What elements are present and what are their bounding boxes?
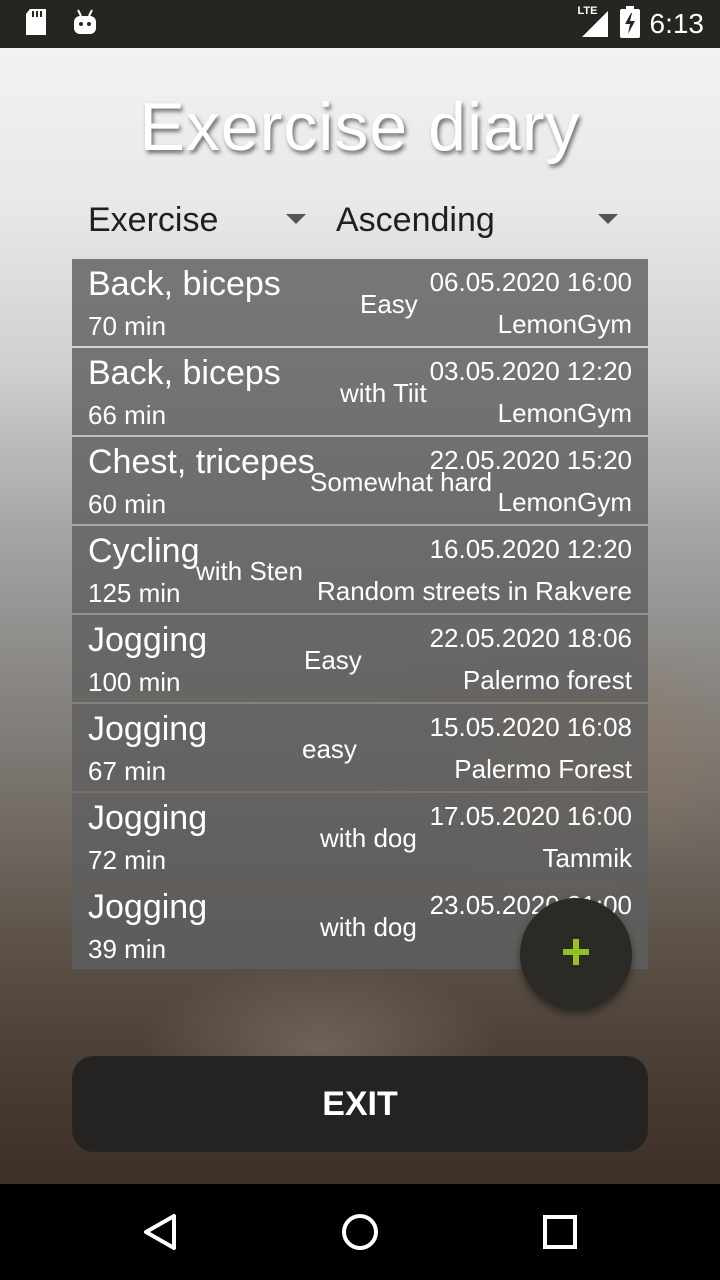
sort-order-value: Ascending [336, 200, 495, 239]
exercise-list[interactable]: Back, biceps 70 min Easy 06.05.2020 16:0… [72, 259, 648, 969]
home-icon[interactable] [336, 1208, 384, 1256]
exercise-note: Easy [360, 289, 418, 319]
exercise-location: LemonGym [497, 398, 632, 428]
exit-button[interactable]: EXIT [72, 1056, 648, 1152]
exercise-datetime: 03.05.2020 12:20 [429, 356, 632, 386]
exercise-note: Easy [304, 645, 362, 675]
list-item[interactable]: Jogging 67 min easy 15.05.2020 16:08 Pal… [72, 704, 648, 791]
exercise-note: with dog [320, 823, 417, 853]
exercise-datetime: 17.05.2020 16:00 [429, 801, 632, 831]
exercise-name: Jogging [88, 799, 208, 837]
recents-icon[interactable] [536, 1208, 584, 1256]
list-item[interactable]: Back, biceps 70 min Easy 06.05.2020 16:0… [72, 259, 648, 346]
exercise-duration: 125 min [88, 578, 181, 608]
exercise-datetime: 22.05.2020 15:20 [429, 445, 632, 475]
exercise-location: LemonGym [497, 309, 632, 339]
navigation-bar [0, 1184, 720, 1280]
exercise-location: Palermo forest [462, 665, 632, 695]
lte-signal-icon: LTE [570, 5, 610, 39]
status-bar: LTE 6:13 [0, 0, 720, 48]
exercise-note: with Tiit [340, 378, 427, 408]
exercise-duration: 39 min [88, 934, 167, 964]
exercise-name: Back, biceps [88, 354, 281, 392]
list-item[interactable]: Cycling 125 min with Sten 16.05.2020 12:… [72, 526, 648, 613]
exercise-name: Chest, tricepes [88, 443, 315, 481]
android-debug-icon [72, 8, 98, 40]
add-exercise-button[interactable] [520, 898, 632, 1010]
exercise-duration: 66 min [88, 400, 167, 430]
exercise-location: Palermo Forest [454, 754, 632, 784]
exercise-duration: 100 min [88, 667, 181, 697]
exercise-name: Jogging [88, 710, 208, 748]
list-item[interactable]: Back, biceps 66 min with Tiit 03.05.2020… [72, 348, 648, 435]
app-screen: Exercise diary Exercise Ascending Back, … [0, 48, 720, 1184]
exercise-note: with dog [320, 912, 417, 942]
sort-order-dropdown[interactable]: Ascending [336, 196, 626, 244]
exercise-datetime: 06.05.2020 16:00 [429, 267, 632, 297]
exercise-note: with Sten [196, 556, 303, 586]
dropdown-arrow-icon [598, 214, 618, 224]
exercise-duration: 67 min [88, 756, 167, 786]
list-item[interactable]: Jogging 72 min with dog 17.05.2020 16:00… [72, 793, 648, 880]
sort-field-dropdown[interactable]: Exercise [88, 196, 310, 244]
exercise-name: Jogging [88, 888, 208, 926]
dropdown-arrow-icon [286, 214, 306, 224]
exercise-note: easy [302, 734, 357, 764]
sd-card-icon [24, 8, 48, 40]
back-icon[interactable] [136, 1208, 184, 1256]
exercise-location: Tammik [542, 843, 632, 873]
sort-field-value: Exercise [88, 200, 219, 239]
exercise-duration: 72 min [88, 845, 167, 875]
list-item[interactable]: Chest, tricepes 60 min Somewhat hard 22.… [72, 437, 648, 524]
exercise-duration: 70 min [88, 311, 167, 341]
battery-charging-icon [619, 6, 640, 42]
exercise-location: LemonGym [497, 487, 632, 517]
exercise-location: Random streets in Rakvere [316, 576, 632, 606]
clock: 6:13 [649, 8, 705, 39]
exercise-datetime: 16.05.2020 12:20 [429, 534, 632, 564]
exercise-name: Jogging [88, 621, 208, 659]
exercise-name: Back, biceps [88, 265, 281, 303]
exercise-name: Cycling [88, 532, 200, 570]
exercise-datetime: 15.05.2020 16:08 [429, 712, 632, 742]
page-title: Exercise diary [139, 89, 581, 165]
exercise-duration: 60 min [88, 489, 167, 519]
list-item[interactable]: Jogging 100 min Easy 22.05.2020 18:06 Pa… [72, 615, 648, 702]
plus-icon [561, 937, 591, 971]
exercise-datetime: 22.05.2020 18:06 [429, 623, 632, 653]
